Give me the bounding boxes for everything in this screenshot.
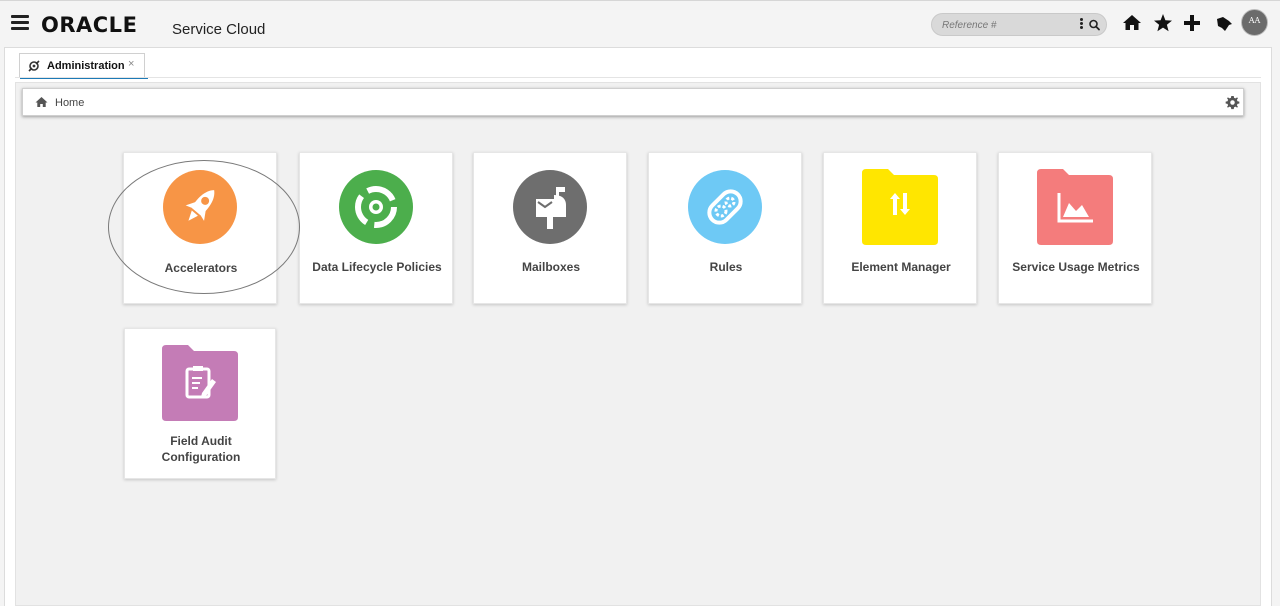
reference-search [931, 13, 1107, 36]
card-data-lifecycle-policies[interactable]: Data Lifecycle Policies [299, 152, 453, 304]
tab-divider [15, 77, 1261, 78]
add-plus-icon[interactable] [1182, 12, 1202, 34]
up-down-arrows-icon [862, 169, 938, 245]
close-tab-icon[interactable]: × [128, 58, 134, 70]
avatar-initials: AA [1248, 16, 1261, 25]
card-field-audit-configuration[interactable]: Field Audit Configuration [124, 328, 276, 479]
search-icon[interactable] [1088, 18, 1102, 32]
search-options-icon[interactable] [1078, 18, 1084, 32]
top-bar: ORACLE Service Cloud AA [0, 0, 1280, 46]
notifications-icon[interactable] [1214, 12, 1234, 34]
clipboard-icon [162, 345, 238, 421]
reference-search-input[interactable] [942, 17, 1070, 33]
area-chart-icon [1037, 169, 1113, 245]
breadcrumb: Home [22, 88, 1244, 116]
rocket-icon [163, 170, 237, 244]
card-label: Rules [709, 260, 743, 274]
product-name: Service Cloud [172, 21, 266, 38]
mailbox-icon [513, 170, 587, 244]
card-element-manager[interactable]: Element Manager [823, 152, 977, 304]
card-label: Service Usage Metrics [1012, 260, 1140, 274]
favorites-star-icon[interactable] [1153, 12, 1173, 34]
card-label: Data Lifecycle Policies [312, 260, 442, 274]
card-label: Element Manager [851, 260, 951, 274]
admin-tools-icon [28, 60, 40, 72]
home-icon[interactable] [1122, 12, 1142, 34]
breadcrumb-home[interactable]: Home [55, 97, 84, 109]
menu-icon[interactable] [11, 15, 29, 31]
gear-pill-icon [688, 170, 762, 244]
cycle-icon [339, 170, 413, 244]
card-rules[interactable]: Rules [648, 152, 802, 304]
user-avatar[interactable]: AA [1241, 9, 1268, 36]
card-label: Accelerators [164, 261, 238, 275]
tab-label: Administration [47, 60, 125, 72]
oracle-logo: ORACLE [41, 13, 138, 37]
tab-administration[interactable]: Administration × [19, 53, 148, 79]
card-label: Mailboxes [521, 260, 581, 274]
card-accelerators[interactable]: Accelerators [123, 152, 277, 304]
card-service-usage-metrics[interactable]: Service Usage Metrics [998, 152, 1152, 304]
card-label-line2: Configuration [161, 450, 241, 464]
card-label-line1: Field Audit [170, 434, 232, 448]
breadcrumb-home-icon[interactable] [35, 96, 48, 108]
main-panel: Administration × Home [4, 47, 1272, 606]
card-mailboxes[interactable]: Mailboxes [473, 152, 627, 304]
settings-gear-icon[interactable] [1225, 95, 1240, 110]
